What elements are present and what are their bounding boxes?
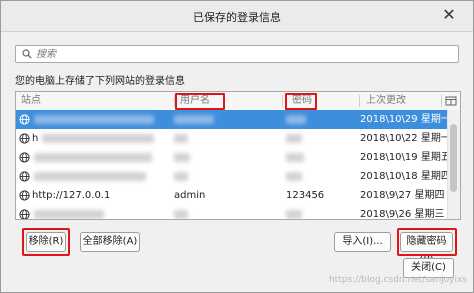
redacted-text — [34, 172, 146, 181]
redacted-text — [34, 210, 104, 219]
redacted-text — [286, 172, 302, 181]
scrollbar-thumb[interactable] — [450, 124, 457, 192]
last-changed-cell: 2018\10\19 星期五 — [360, 152, 451, 163]
saved-logins-dialog: 已保存的登录信息 ✕ 您的电脑上存储了下列网站的登录信息 站点 用户名 密码 上… — [0, 0, 474, 293]
site-cell: http://127.0.0.1 — [32, 190, 111, 201]
last-changed-cell: 2018\10\18 星期四 — [360, 171, 451, 182]
username-header-highlight — [175, 93, 225, 110]
redacted-text — [174, 134, 188, 143]
redacted-text — [174, 172, 188, 181]
table-row[interactable]: 2018\10\19 星期五 — [16, 148, 451, 167]
username-cell: admin — [174, 190, 206, 201]
globe-icon — [19, 209, 30, 219]
table-row[interactable]: 2018\9\26 星期三 — [16, 205, 447, 220]
remove-all-button[interactable]: 全部移除(A) — [80, 232, 140, 252]
hide-passwords-highlight — [397, 228, 457, 256]
title-bar: 已保存的登录信息 ✕ — [1, 1, 473, 32]
description-text: 您的电脑上存储了下列网站的登录信息 — [15, 76, 185, 87]
globe-icon — [19, 190, 30, 201]
redacted-text — [286, 153, 304, 162]
table-row[interactable]: http://127.0.0.1 admin 123456 2018\9\27 星期四 — [16, 186, 447, 205]
redacted-text — [286, 115, 306, 124]
redacted-text — [286, 210, 302, 219]
redacted-text — [174, 210, 188, 219]
globe-icon — [19, 171, 30, 182]
table-row[interactable]: h 2018\10\22 星期一 — [16, 129, 451, 148]
table-row[interactable]: 2018\10\29 星期一 — [16, 110, 451, 129]
password-header-highlight — [285, 93, 317, 110]
table-header: 站点 用户名 密码 上次更改 — [16, 92, 460, 111]
column-divider[interactable] — [441, 95, 442, 107]
globe-icon — [19, 114, 30, 125]
dialog-title: 已保存的登录信息 — [193, 11, 281, 24]
redacted-text — [286, 134, 302, 143]
column-header-last-changed[interactable]: 上次更改 — [366, 92, 406, 110]
last-changed-cell: 2018\9\26 星期三 — [360, 209, 445, 220]
vertical-scrollbar[interactable] — [447, 110, 460, 219]
search-icon — [22, 49, 32, 59]
site-cell: h — [32, 133, 39, 144]
column-divider[interactable] — [359, 95, 360, 107]
globe-icon — [19, 133, 30, 144]
redacted-text — [42, 134, 154, 143]
remove-button-highlight — [22, 228, 70, 256]
redacted-text — [34, 153, 152, 162]
table-row[interactable]: 2018\10\18 星期四 — [16, 167, 451, 186]
last-changed-cell: 2018\10\29 星期一 — [360, 114, 451, 125]
search-input[interactable] — [36, 46, 446, 62]
last-changed-cell: 2018\10\22 星期一 — [360, 133, 451, 144]
redacted-text — [174, 153, 190, 162]
password-cell: 123456 — [286, 190, 325, 201]
globe-icon — [19, 152, 30, 163]
column-header-site[interactable]: 站点 — [21, 92, 41, 110]
watermark: https://blog.csdn.net/sanjoyixs — [328, 275, 467, 285]
redacted-text — [34, 115, 154, 124]
logins-table: 站点 用户名 密码 上次更改 2018\10\29 星期一 h 2018\10\22… — [15, 91, 461, 220]
last-changed-cell: 2018\9\27 星期四 — [360, 190, 445, 201]
close-icon[interactable]: ✕ — [439, 5, 459, 25]
redacted-text — [174, 115, 214, 124]
column-divider[interactable] — [282, 95, 283, 107]
search-box[interactable] — [15, 45, 459, 63]
import-button[interactable]: 导入(I)... — [334, 232, 391, 252]
column-picker-icon[interactable] — [445, 95, 457, 107]
